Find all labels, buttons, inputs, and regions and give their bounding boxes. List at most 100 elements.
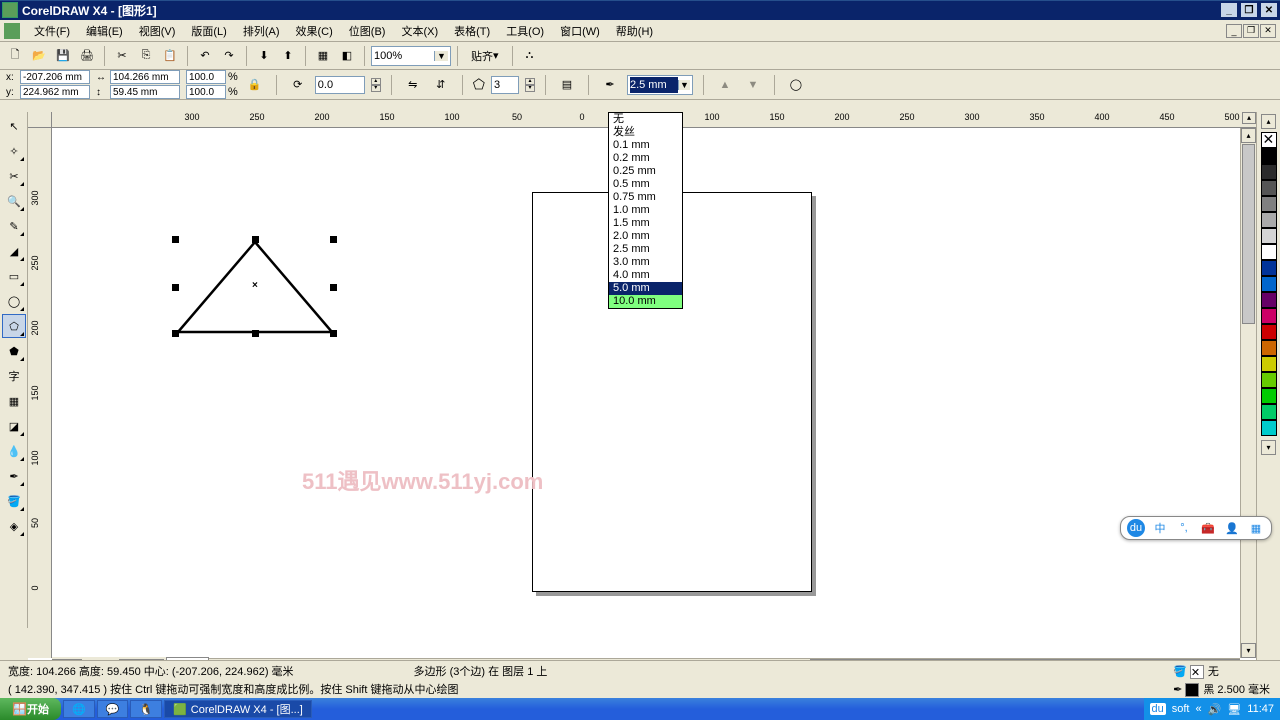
scroll-thumb-v[interactable] (1242, 144, 1255, 324)
outline-tool[interactable]: ✒ (2, 464, 26, 488)
start-button[interactable]: 🪟 开始 (0, 698, 61, 720)
mirror-h-button[interactable]: ⇋ (402, 74, 424, 96)
outline-option-6[interactable]: 0.75 mm (609, 191, 682, 204)
outline-width-dropdown[interactable]: 无发丝0.1 mm0.2 mm0.25 mm0.5 mm0.75 mm1.0 m… (608, 112, 683, 309)
minimize-button[interactable]: _ (1220, 2, 1238, 18)
welcome-button[interactable]: ◧ (336, 45, 358, 67)
copy-button[interactable]: ⎘ (135, 45, 157, 67)
new-button[interactable]: 🗋 (4, 45, 26, 67)
rotation-input[interactable] (315, 76, 365, 94)
color-swatch-6[interactable] (1261, 228, 1277, 244)
color-swatch-13[interactable] (1261, 340, 1277, 356)
fill-tool[interactable]: 🪣 (2, 489, 26, 513)
polygon-sides-input[interactable] (491, 76, 519, 94)
undo-button[interactable]: ↶ (194, 45, 216, 67)
zoom-input[interactable] (374, 48, 434, 64)
outline-option-5[interactable]: 0.5 mm (609, 178, 682, 191)
smart-fill-tool[interactable]: ◢ (2, 239, 26, 263)
height-input[interactable] (110, 85, 180, 99)
fill-swatch[interactable]: ✕ (1190, 665, 1204, 679)
handle-w[interactable] (172, 284, 179, 291)
color-swatch-16[interactable] (1261, 388, 1277, 404)
to-back-button[interactable]: ▼ (742, 74, 764, 96)
outline-option-7[interactable]: 1.0 mm (609, 204, 682, 217)
ime-toolbox-button[interactable]: 🧰 (1199, 519, 1217, 537)
menu-3[interactable]: 版面(L) (183, 21, 234, 41)
tray-du-icon[interactable]: du (1150, 703, 1166, 715)
width-input[interactable] (110, 70, 180, 84)
outline-option-12[interactable]: 4.0 mm (609, 269, 682, 282)
print-button[interactable]: 🖨 (76, 45, 98, 67)
outline-option-4[interactable]: 0.25 mm (609, 165, 682, 178)
tray-monitor-icon[interactable]: 🖥 (1227, 703, 1241, 716)
menu-5[interactable]: 效果(C) (288, 21, 341, 41)
table-tool[interactable]: ▦ (2, 389, 26, 413)
tray-volume-icon[interactable]: 🔊 (1208, 703, 1222, 716)
color-swatch-3[interactable] (1261, 180, 1277, 196)
color-swatch-9[interactable] (1261, 276, 1277, 292)
outline-option-2[interactable]: 0.1 mm (609, 139, 682, 152)
menu-7[interactable]: 文本(X) (393, 21, 446, 41)
handle-e[interactable] (330, 284, 337, 291)
close-button[interactable]: ✕ (1260, 2, 1278, 18)
taskbar-item-coreldraw[interactable]: 🟩 CorelDRAW X4 - [图...] (164, 700, 312, 718)
zoom-dropdown-arrow[interactable]: ▼ (434, 51, 448, 61)
text-tool[interactable]: 字 (2, 364, 26, 388)
color-swatch-12[interactable] (1261, 324, 1277, 340)
color-swatch-14[interactable] (1261, 356, 1277, 372)
handle-sw[interactable] (172, 330, 179, 337)
color-swatch-18[interactable] (1261, 420, 1277, 436)
rectangle-tool[interactable]: ▭ (2, 264, 26, 288)
pick-tool[interactable]: ↖ (2, 114, 26, 138)
color-swatch-11[interactable] (1261, 308, 1277, 324)
color-swatch-4[interactable] (1261, 196, 1277, 212)
basic-shapes-tool[interactable]: ⬟ (2, 339, 26, 363)
palette-scroll-down[interactable]: ▾ (1261, 440, 1276, 455)
ime-toolbar[interactable]: du 中 °, 🧰 👤 ▦ (1120, 516, 1272, 540)
wrap-text-button[interactable]: ▤ (556, 74, 578, 96)
handle-n[interactable] (252, 236, 259, 243)
outline-width-dropdown-arrow[interactable]: ▼ (678, 80, 690, 90)
menu-10[interactable]: 窗口(W) (552, 21, 608, 41)
freehand-tool[interactable]: ✎ (2, 214, 26, 238)
shape-tool[interactable]: ✧ (2, 139, 26, 163)
ruler-origin[interactable] (28, 112, 52, 128)
restore-button[interactable]: ❐ (1240, 2, 1258, 18)
menu-0[interactable]: 文件(F) (26, 21, 78, 41)
ime-grid-button[interactable]: ▦ (1247, 519, 1265, 537)
interactive-tool[interactable]: ◪ (2, 414, 26, 438)
scale-x-input[interactable] (186, 70, 226, 84)
menu-2[interactable]: 视图(V) (131, 21, 184, 41)
scroll-up[interactable]: ▴ (1241, 128, 1256, 143)
color-swatch-1[interactable] (1261, 148, 1277, 164)
color-swatch-10[interactable] (1261, 292, 1277, 308)
dropper-tool[interactable]: 💧 (2, 439, 26, 463)
taskbar-item-1[interactable]: 🌐 (63, 700, 95, 718)
mdi-close-button[interactable]: ✕ (1260, 24, 1276, 38)
polygon-tool[interactable]: ⬠ (2, 314, 26, 338)
open-button[interactable]: 📂 (28, 45, 50, 67)
save-button[interactable]: 💾 (52, 45, 74, 67)
tray-collapse-icon[interactable]: « (1195, 703, 1201, 715)
menu-11[interactable]: 帮助(H) (608, 21, 661, 41)
menu-4[interactable]: 排列(A) (235, 21, 288, 41)
color-swatch-5[interactable] (1261, 212, 1277, 228)
outline-width-input[interactable] (630, 77, 678, 93)
to-front-button[interactable]: ▲ (714, 74, 736, 96)
outline-option-8[interactable]: 1.5 mm (609, 217, 682, 230)
rotation-down[interactable]: ▾ (371, 85, 381, 92)
palette-scroll-up[interactable]: ▴ (1261, 114, 1276, 129)
tray-soft-label[interactable]: soft (1172, 703, 1190, 715)
zoom-combo[interactable]: ▼ (371, 46, 451, 66)
outline-option-13[interactable]: 5.0 mm (609, 282, 682, 295)
cut-button[interactable]: ✂ (111, 45, 133, 67)
ruler-vertical[interactable]: 050100150200250300 (28, 128, 52, 658)
handle-nw[interactable] (172, 236, 179, 243)
zoom-tool[interactable]: 🔍 (2, 189, 26, 213)
mirror-v-button[interactable]: ⇵ (430, 74, 452, 96)
menu-9[interactable]: 工具(O) (498, 21, 552, 41)
outline-option-14[interactable]: 10.0 mm (609, 295, 682, 308)
color-swatch-7[interactable] (1261, 244, 1277, 260)
handle-ne[interactable] (330, 236, 337, 243)
outline-option-9[interactable]: 2.0 mm (609, 230, 682, 243)
